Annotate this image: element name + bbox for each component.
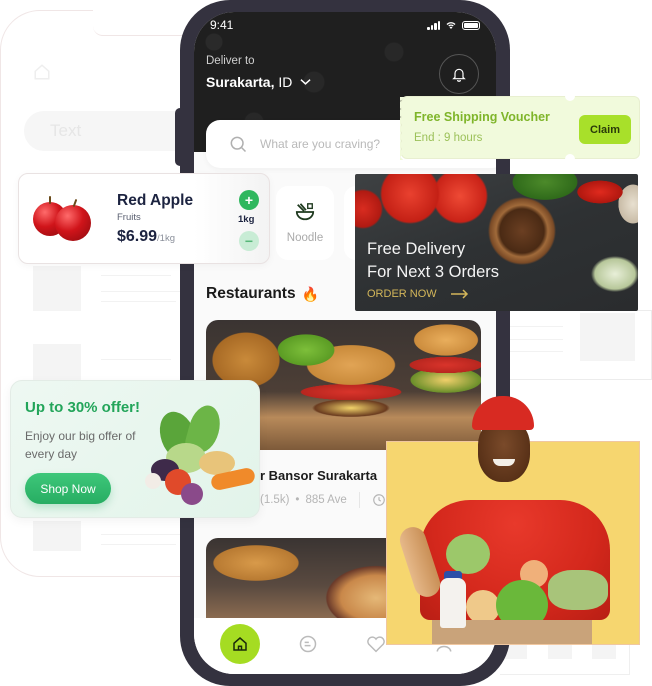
promo-line-2: For Next 3 Orders [367, 263, 500, 281]
claim-button[interactable]: Claim [579, 115, 631, 144]
heart-icon [367, 636, 385, 653]
category-label: Noodle [286, 232, 324, 244]
nav-home-button[interactable] [220, 624, 260, 664]
wireframe-line [101, 359, 171, 360]
category-noodle[interactable]: Noodle [276, 186, 334, 260]
cabbage [446, 534, 490, 574]
search-placeholder: What are you craving? [260, 137, 381, 151]
order-now-label: ORDER NOW [367, 288, 437, 300]
offer-card: Up to 30% offer! Enjoy our big offer of … [10, 380, 260, 518]
battery-icon [462, 20, 480, 30]
restaurant-address: 885 Ave [305, 494, 347, 506]
free-shipping-voucher: Free Shipping Voucher End : 9 hours Clai… [396, 91, 640, 164]
wireframe-image-placeholder [580, 313, 635, 361]
location-selector[interactable]: Surakarta, ID [206, 74, 311, 90]
milk-bottle [440, 578, 466, 628]
wireframe-line [508, 326, 563, 327]
promo-line-1: Free Delivery [367, 240, 466, 258]
wireframe-line [101, 275, 171, 276]
courier-smile [493, 459, 515, 466]
nav-chat-button[interactable] [298, 634, 318, 654]
shop-now-button[interactable]: Shop Now [25, 473, 111, 504]
quantity-value: 1kg [238, 214, 255, 225]
wireframe-line [101, 544, 176, 545]
chat-icon [299, 635, 317, 653]
signal-icon [427, 20, 440, 30]
noodle-bowl-icon [295, 203, 315, 221]
background-wireframe-card-right [500, 310, 652, 380]
wifi-icon [446, 22, 456, 29]
decrease-quantity-button[interactable]: − [239, 231, 259, 251]
wireframe-line [101, 301, 176, 302]
status-time: 9:41 [210, 18, 234, 32]
voucher-notch [565, 154, 575, 164]
wireframe-image-placeholder [33, 266, 81, 311]
voucher-expiry: End : 9 hours [414, 132, 483, 144]
location-region: ID [278, 74, 293, 90]
wireframe-text-input: Text [24, 111, 194, 151]
product-card-red-apple[interactable]: Red Apple Fruits $6.99/1kg + 1kg − [18, 173, 270, 264]
voucher-notch [565, 91, 575, 101]
offer-description: Enjoy our big offer of every day [25, 429, 136, 461]
nav-favorites-button[interactable] [366, 634, 386, 654]
home-icon [34, 64, 50, 80]
wireframe-line [508, 351, 563, 352]
meta-separator: • [295, 494, 300, 506]
voucher-zigzag-edge [396, 97, 404, 160]
notification-button[interactable] [439, 54, 479, 94]
wireframe-line [508, 339, 563, 340]
wireframe-line [101, 291, 181, 292]
divider [358, 492, 360, 508]
deliver-to-label: Deliver to [206, 55, 255, 67]
melon [466, 590, 500, 624]
restaurant-name[interactable]: r Bansor Surakarta [260, 468, 377, 483]
free-delivery-banner[interactable]: Free Delivery For Next 3 Orders ORDER NO… [355, 174, 638, 311]
restaurants-heading: Restaurants 🔥 [206, 285, 319, 303]
order-now-link[interactable]: ORDER NOW [367, 288, 469, 300]
home-icon [233, 637, 247, 651]
bell-icon [452, 68, 466, 82]
product-name: Red Apple [117, 192, 194, 209]
voucher-title: Free Shipping Voucher [414, 110, 550, 124]
corn [548, 570, 608, 610]
search-icon [230, 136, 247, 153]
wireframe-line [101, 534, 181, 535]
arrow-right-icon [450, 289, 468, 299]
promo-title: Free Delivery For Next 3 Orders [367, 238, 499, 284]
increase-quantity-button[interactable]: + [239, 190, 259, 210]
location-city: Surakarta, [206, 74, 275, 90]
restaurants-title: Restaurants [206, 285, 296, 302]
chevron-down-icon [300, 79, 311, 85]
product-unit: /1kg [157, 233, 176, 244]
rating-count: (1.5k) [260, 494, 290, 506]
clock-icon [372, 494, 385, 506]
status-icons [427, 20, 480, 30]
restaurant-meta: (1.5k) • 885 Ave [260, 492, 386, 508]
product-price-row: $6.99/1kg [117, 228, 175, 246]
product-category: Fruits [117, 212, 141, 223]
fire-icon: 🔥 [301, 285, 320, 302]
offer-title: Up to 30% offer! [25, 399, 141, 416]
wireframe-image-placeholder [33, 521, 81, 551]
product-price: $6.99 [117, 228, 158, 245]
